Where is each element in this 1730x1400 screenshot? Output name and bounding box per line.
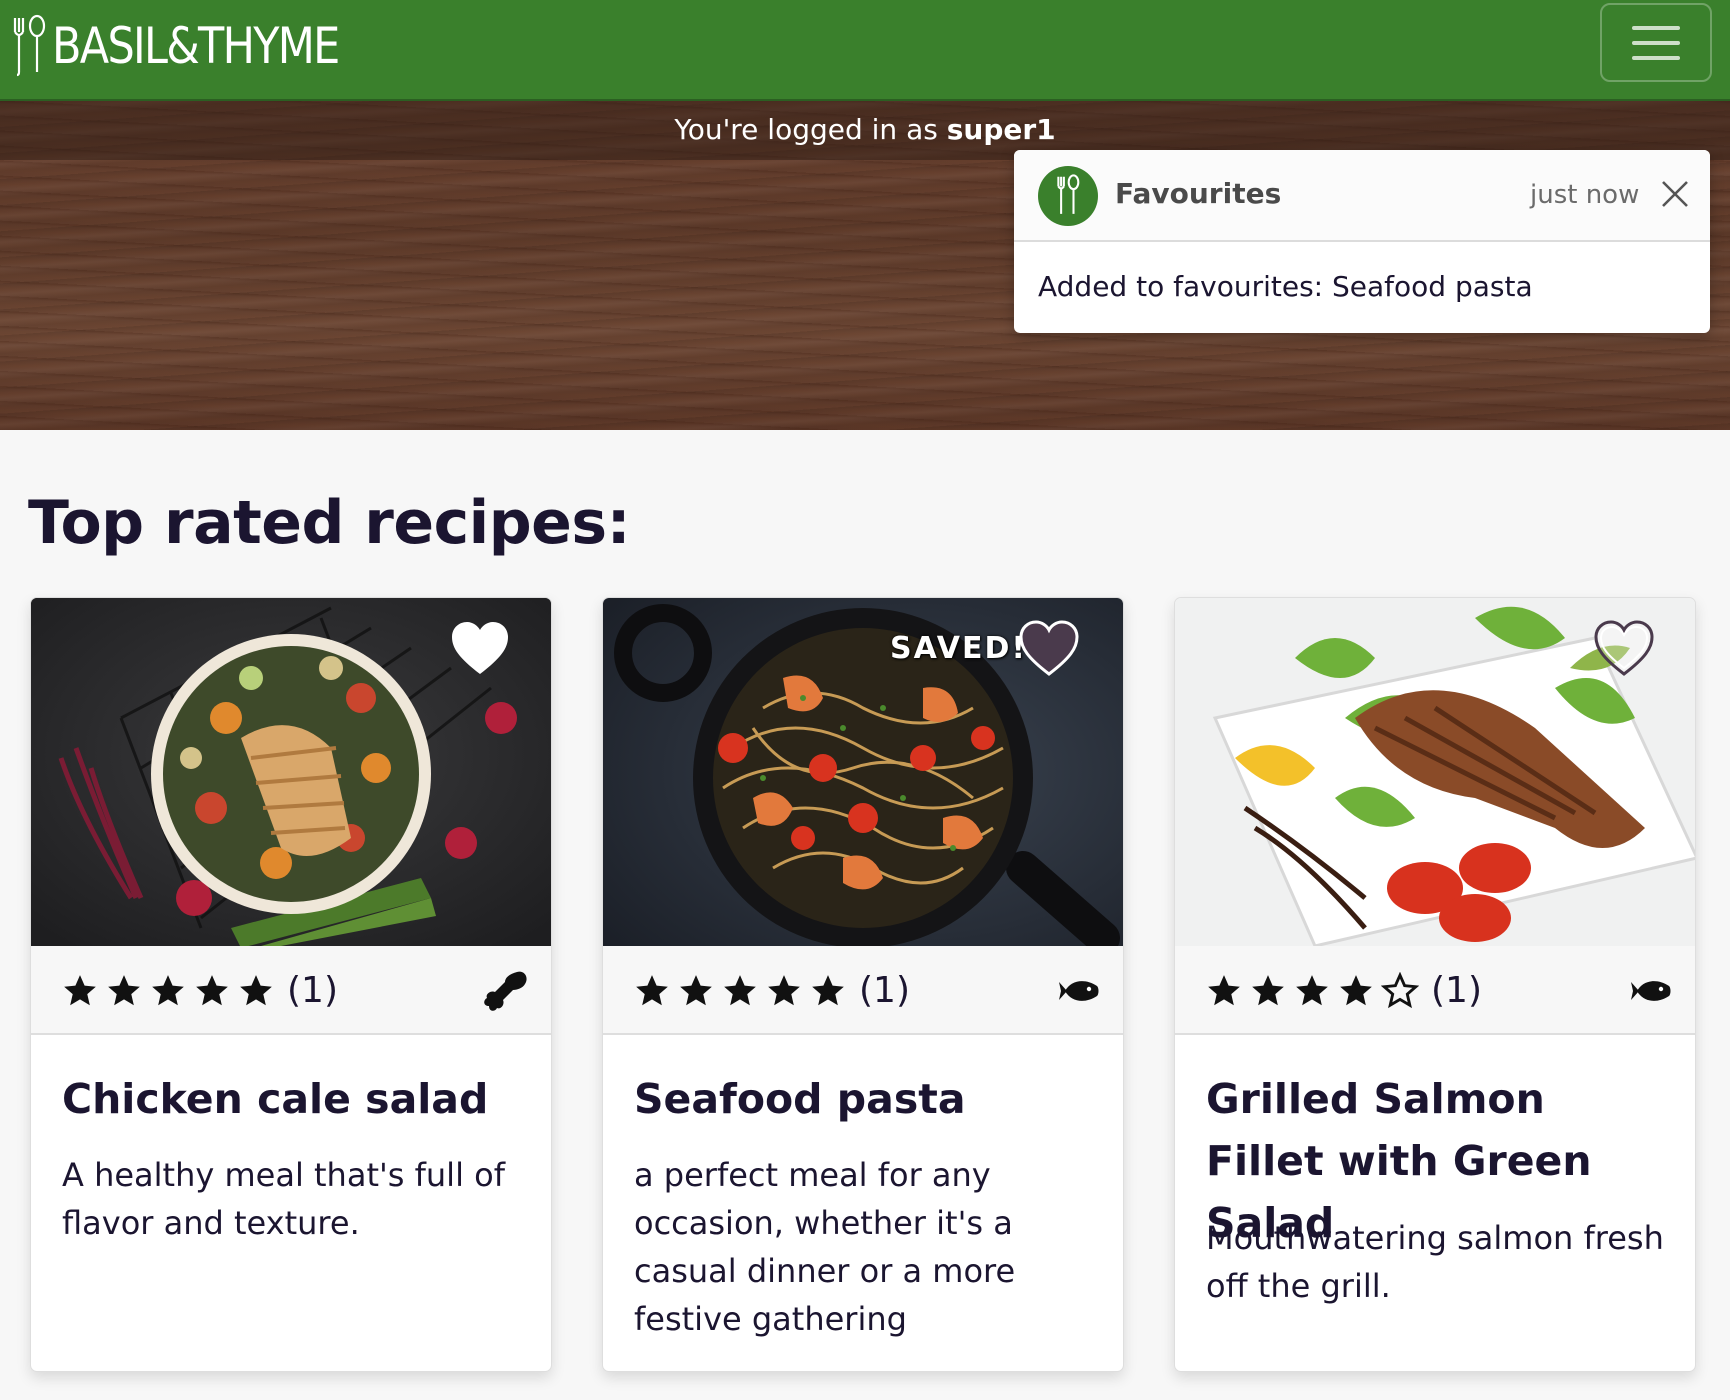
star-filled-icon — [636, 974, 668, 1005]
favourites-toast: Favourites just now Added to favourites:… — [1014, 150, 1710, 333]
star-filled-icon — [812, 974, 844, 1005]
recipe-card[interactable]: (1) Grilled Salmon Fillet with Green Sal… — [1174, 597, 1696, 1372]
username: super1 — [946, 113, 1056, 146]
star-filled-icon — [196, 974, 228, 1005]
recipe-description: a perfect meal for any occasion, whether… — [634, 1156, 1016, 1338]
login-status: You're logged in as super1 — [0, 113, 1730, 146]
star-filled-icon — [64, 974, 96, 1005]
star-filled-icon — [1296, 974, 1328, 1005]
navbar: BASIL&THYME — [0, 0, 1730, 101]
favourite-heart-icon[interactable] — [449, 620, 511, 678]
rating-stars: (1) — [1205, 970, 1482, 1011]
hamburger-icon-bar — [1632, 55, 1680, 60]
login-status-prefix: You're logged in as — [674, 113, 947, 146]
star-filled-icon — [768, 974, 800, 1005]
rating-count: (1) — [859, 970, 910, 1011]
section-title: Top rated recipes: — [28, 488, 631, 558]
recipe-rating-bar: (1) — [31, 946, 551, 1035]
recipe-card[interactable]: (1) Chicken cale salad A healthy meal th… — [30, 597, 552, 1372]
rating-count: (1) — [1431, 970, 1482, 1011]
star-filled-icon — [724, 974, 756, 1005]
star-empty-icon — [1381, 971, 1419, 1008]
menu-toggle-button[interactable] — [1600, 3, 1712, 82]
toast-message: Added to favourites: Seafood pasta — [1038, 270, 1533, 303]
star-filled-icon — [108, 974, 140, 1005]
fork-spoon-icon — [13, 14, 46, 77]
rating-stars: (1) — [633, 970, 910, 1011]
recipe-rating-bar: (1) — [1175, 946, 1695, 1035]
star-filled-icon — [1252, 974, 1284, 1005]
star-filled-icon — [680, 974, 712, 1005]
star-filled-icon — [1340, 974, 1372, 1005]
fork-spoon-icon — [1038, 166, 1098, 226]
recipe-title[interactable]: Chicken cale salad — [62, 1068, 532, 1130]
close-icon[interactable] — [1659, 178, 1691, 210]
recipe-description: Mouthwatering salmon fresh off the grill… — [1206, 1219, 1664, 1305]
favourite-heart-outline-icon[interactable] — [1593, 620, 1655, 678]
fish-icon — [1059, 981, 1099, 1001]
brand-name: BASIL&THYME — [52, 17, 340, 75]
drumstick-icon — [484, 971, 527, 1011]
favourite-heart-icon[interactable] — [1018, 620, 1080, 678]
hamburger-icon-bar — [1632, 40, 1680, 45]
toast-header: Favourites just now — [1014, 150, 1710, 242]
star-filled-icon — [240, 974, 272, 1005]
fish-icon — [1631, 981, 1671, 1001]
brand-link[interactable]: BASIL&THYME — [10, 14, 385, 78]
star-filled-icon — [152, 974, 184, 1005]
toast-time: just now — [1530, 180, 1640, 210]
toast-title: Favourites — [1115, 177, 1282, 210]
star-filled-icon — [1208, 974, 1240, 1005]
saved-label: SAVED! — [890, 631, 1028, 666]
recipe-description: A healthy meal that's full of flavor and… — [62, 1156, 505, 1242]
recipe-title[interactable]: Seafood pasta — [634, 1068, 1104, 1130]
recipe-rating-bar: (1) — [603, 946, 1123, 1035]
rating-count: (1) — [287, 970, 338, 1011]
rating-stars: (1) — [61, 970, 338, 1011]
hamburger-icon — [1632, 25, 1680, 30]
recipe-card[interactable]: SAVED! (1) Seafood pasta a perfect meal … — [602, 597, 1124, 1372]
